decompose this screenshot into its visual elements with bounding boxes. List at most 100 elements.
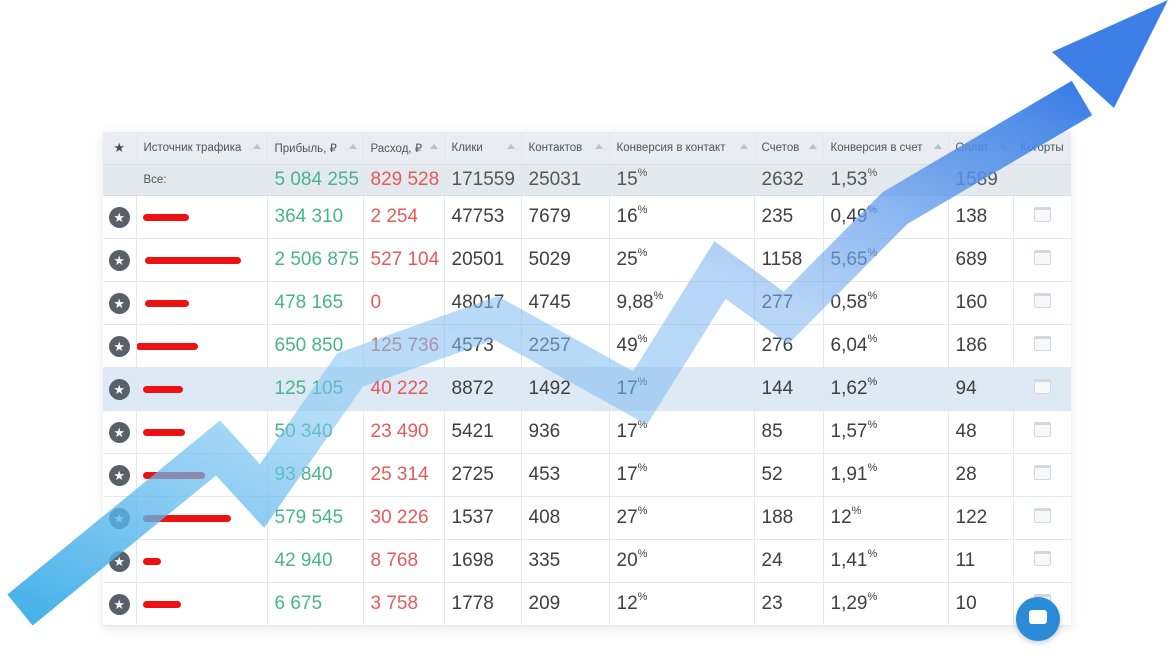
star-circle-icon[interactable]: ★ — [108, 594, 130, 615]
redaction-mark — [142, 558, 161, 565]
conv-contact-cell: 17% — [609, 453, 755, 497]
star-circle-icon[interactable]: ★ — [108, 508, 130, 529]
favorite-cell[interactable]: ★ — [103, 539, 137, 583]
table-row[interactable]: ★ 93 840 25 314 2725 453 17% 52 1,91% 28 — [103, 453, 1071, 497]
cohort-cell[interactable] — [1013, 453, 1071, 497]
cohort-cell[interactable] — [1013, 238, 1071, 282]
table-row[interactable]: ★ 650 850 125 736 4573 2257 49% 276 6,04% 186 — [103, 324, 1071, 368]
calendar-icon[interactable] — [1033, 207, 1051, 222]
redaction-mark — [142, 386, 183, 393]
conv-invoice-cell: 1,57% — [823, 410, 949, 454]
clicks-cell: 48017 — [444, 281, 522, 325]
favorite-cell[interactable]: ★ — [103, 281, 137, 325]
cohort-cell[interactable] — [1013, 195, 1071, 239]
table-row[interactable]: ★ 478 165 0 48017 4745 9,88% 277 0,58% 160 — [103, 281, 1071, 325]
calendar-icon[interactable] — [1033, 336, 1051, 351]
calendar-icon[interactable] — [1033, 293, 1051, 308]
contacts-cell: 936 — [521, 410, 610, 454]
payments-cell: 11 — [948, 539, 1014, 583]
table-row[interactable]: ★ 42 940 8 768 1698 335 20% 24 1,41% 11 — [103, 539, 1071, 583]
contacts-cell: 7679 — [521, 195, 610, 239]
column-header-conv-invoice[interactable]: Конверсия в счет — [823, 132, 949, 165]
sort-arrow-icon[interactable] — [429, 144, 438, 149]
sort-arrow-icon[interactable] — [739, 144, 748, 149]
clicks-cell: 1698 — [444, 539, 522, 583]
payments-cell: 10 — [948, 582, 1014, 626]
totals-contacts: 25031 — [521, 164, 610, 196]
redaction-mark — [144, 300, 189, 307]
source-cell[interactable] — [136, 281, 268, 325]
favorite-cell[interactable]: ★ — [103, 367, 137, 411]
table-row[interactable]: ★ 579 545 30 226 1537 408 27% 188 12% 122 — [103, 496, 1071, 540]
table-row[interactable]: ★ 50 340 23 490 5421 936 17% 85 1,57% 48 — [103, 410, 1071, 454]
totals-clicks: 171559 — [444, 164, 522, 196]
column-header-favorite[interactable]: ★ — [103, 132, 137, 165]
favorite-cell[interactable]: ★ — [103, 195, 137, 239]
table-row[interactable]: ★ 2 506 875 527 104 20501 5029 25% 1158 5,65% 68… — [103, 238, 1071, 282]
column-header-expense[interactable]: Расход, ₽ — [363, 132, 445, 165]
chat-button[interactable] — [1016, 597, 1060, 641]
conv-invoice-cell: 0,49% — [823, 195, 949, 239]
sort-arrow-icon[interactable] — [933, 144, 942, 149]
source-cell[interactable] — [136, 238, 268, 282]
table-row[interactable]: ★ 125 105 40 222 8872 1492 17% 144 1,62% 94 — [103, 367, 1071, 411]
sort-arrow-icon[interactable] — [594, 144, 603, 149]
star-circle-icon[interactable]: ★ — [108, 293, 130, 314]
favorite-cell[interactable]: ★ — [103, 453, 137, 497]
favorite-cell[interactable]: ★ — [103, 238, 137, 282]
calendar-icon[interactable] — [1033, 551, 1051, 566]
favorite-cell[interactable]: ★ — [103, 410, 137, 454]
star-circle-icon[interactable]: ★ — [108, 207, 130, 228]
favorite-cell[interactable]: ★ — [103, 496, 137, 540]
table-row[interactable]: ★ 364 310 2 254 47753 7679 16% 235 0,49% 138 — [103, 195, 1071, 239]
calendar-icon[interactable] — [1033, 250, 1051, 265]
contacts-cell: 453 — [521, 453, 610, 497]
calendar-icon[interactable] — [1033, 508, 1051, 523]
star-circle-icon[interactable]: ★ — [108, 336, 130, 357]
star-circle-icon[interactable]: ★ — [108, 465, 130, 486]
source-cell[interactable] — [136, 582, 268, 626]
profit-cell: 364 310 — [267, 195, 364, 239]
source-cell[interactable] — [136, 496, 268, 540]
cohort-cell[interactable] — [1013, 367, 1071, 411]
contacts-cell: 209 — [521, 582, 610, 626]
sort-arrow-icon[interactable] — [252, 144, 261, 149]
table-row[interactable]: ★ 6 675 3 758 1778 209 12% 23 1,29% 10 — [103, 582, 1071, 626]
sort-arrow-icon[interactable] — [348, 144, 357, 149]
source-cell[interactable] — [136, 453, 268, 497]
column-header-profit[interactable]: Прибыль, ₽ — [267, 132, 364, 165]
cohort-cell[interactable] — [1013, 410, 1071, 454]
column-header-conv-contact[interactable]: Конверсия в контакт — [609, 132, 755, 165]
column-header-invoices[interactable]: Счетов — [754, 132, 824, 165]
source-cell[interactable] — [136, 410, 268, 454]
column-header-payments[interactable]: Оплат — [948, 132, 1014, 165]
cohort-cell[interactable] — [1013, 496, 1071, 540]
favorite-cell[interactable]: ★ — [103, 582, 137, 626]
column-header-contacts[interactable]: Контактов — [521, 132, 610, 165]
calendar-icon[interactable] — [1033, 465, 1051, 480]
source-cell[interactable] — [136, 539, 268, 583]
calendar-icon[interactable] — [1033, 379, 1051, 394]
calendar-icon[interactable] — [1033, 422, 1051, 437]
sort-arrow-icon[interactable] — [506, 144, 515, 149]
payments-cell: 689 — [948, 238, 1014, 282]
source-cell[interactable] — [136, 324, 268, 368]
sort-arrow-icon[interactable] — [998, 144, 1007, 149]
cohort-cell[interactable] — [1013, 539, 1071, 583]
source-cell[interactable] — [136, 367, 268, 411]
totals-cohorts-empty — [1013, 164, 1071, 196]
favorite-cell[interactable]: ★ — [103, 324, 137, 368]
payments-cell: 138 — [948, 195, 1014, 239]
star-circle-icon[interactable]: ★ — [108, 551, 130, 572]
star-circle-icon[interactable]: ★ — [108, 422, 130, 443]
sort-arrow-icon[interactable] — [808, 144, 817, 149]
profit-cell: 42 940 — [267, 539, 364, 583]
cohort-cell[interactable] — [1013, 324, 1071, 368]
star-circle-icon[interactable]: ★ — [108, 379, 130, 400]
source-cell[interactable] — [136, 195, 268, 239]
column-header-source[interactable]: Источник трафика — [136, 132, 268, 165]
cohort-cell[interactable] — [1013, 281, 1071, 325]
column-header-clicks[interactable]: Клики — [444, 132, 522, 165]
star-circle-icon[interactable]: ★ — [108, 250, 130, 271]
totals-row: Все: 5 084 255 829 528 171559 25031 15% … — [103, 164, 1071, 196]
